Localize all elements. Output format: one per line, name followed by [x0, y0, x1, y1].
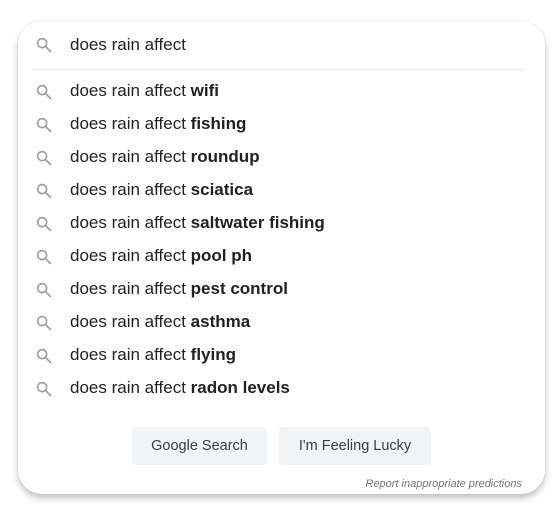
- suggestion-item[interactable]: does rain affect saltwater fishing: [18, 207, 545, 240]
- search-icon: [35, 182, 53, 200]
- suggestion-completion: roundup: [190, 147, 260, 166]
- suggestion-completion: fishing: [190, 114, 247, 133]
- search-input[interactable]: [70, 31, 510, 59]
- search-autocomplete-panel: does rain affect wifidoes rain affect fi…: [18, 21, 545, 494]
- search-icon: [35, 149, 53, 167]
- suggestion-text: does rain affect sciatica: [70, 180, 253, 200]
- suggestion-text: does rain affect fishing: [70, 114, 246, 134]
- suggestion-completion: flying: [190, 345, 236, 364]
- search-icon: [35, 347, 53, 365]
- suggestion-prefix: does rain affect: [70, 213, 191, 232]
- suggestion-text: does rain affect roundup: [70, 147, 260, 167]
- suggestion-list: does rain affect wifi does rain affect fi…: [18, 75, 545, 405]
- search-icon: [35, 380, 53, 398]
- divider: [32, 69, 524, 70]
- suggestion-prefix: does rain affect: [70, 279, 191, 298]
- feeling-lucky-button[interactable]: I'm Feeling Lucky: [279, 427, 431, 465]
- suggestion-prefix: does rain affect: [70, 246, 191, 265]
- suggestion-item[interactable]: does rain affect flying: [18, 339, 545, 372]
- suggestion-text: does rain affect saltwater fishing: [70, 213, 325, 233]
- suggestion-item[interactable]: does rain affect pest control: [18, 273, 545, 306]
- search-icon: [35, 215, 53, 233]
- search-box: [18, 21, 545, 69]
- search-icon: [35, 83, 53, 101]
- button-row: Google Search I'm Feeling Lucky: [18, 427, 545, 465]
- report-predictions-link[interactable]: Report inappropriate predictions: [365, 478, 522, 490]
- search-icon: [35, 36, 53, 54]
- suggestion-completion: wifi: [190, 81, 219, 100]
- suggestion-text: does rain affect pool ph: [70, 246, 252, 266]
- suggestion-text: does rain affect pest control: [70, 279, 288, 299]
- suggestion-item[interactable]: does rain affect sciatica: [18, 174, 545, 207]
- suggestion-text: does rain affect flying: [70, 345, 236, 365]
- suggestion-completion: pool ph: [190, 246, 253, 265]
- suggestion-item[interactable]: does rain affect radon levels: [18, 372, 545, 405]
- suggestion-item[interactable]: does rain affect wifi: [18, 75, 545, 108]
- suggestion-prefix: does rain affect: [70, 312, 191, 331]
- search-icon: [35, 314, 53, 332]
- suggestion-completion: saltwater fishing: [190, 213, 325, 232]
- search-icon: [35, 248, 53, 266]
- suggestion-completion: radon levels: [190, 378, 290, 397]
- search-icon: [35, 116, 53, 134]
- google-search-button[interactable]: Google Search: [132, 427, 267, 465]
- suggestion-completion: sciatica: [190, 180, 254, 199]
- suggestion-prefix: does rain affect: [70, 378, 191, 397]
- suggestion-text: does rain affect wifi: [70, 81, 219, 101]
- suggestion-text: does rain affect radon levels: [70, 378, 290, 398]
- suggestion-completion: asthma: [190, 312, 251, 331]
- suggestion-item[interactable]: does rain affect pool ph: [18, 240, 545, 273]
- suggestion-item[interactable]: does rain affect fishing: [18, 108, 545, 141]
- suggestion-prefix: does rain affect: [70, 81, 191, 100]
- suggestion-prefix: does rain affect: [70, 114, 191, 133]
- suggestion-item[interactable]: does rain affect asthma: [18, 306, 545, 339]
- suggestion-text: does rain affect asthma: [70, 312, 250, 332]
- suggestion-completion: pest control: [190, 279, 288, 298]
- suggestion-prefix: does rain affect: [70, 345, 191, 364]
- suggestion-item[interactable]: does rain affect roundup: [18, 141, 545, 174]
- suggestion-prefix: does rain affect: [70, 147, 191, 166]
- suggestion-prefix: does rain affect: [70, 180, 191, 199]
- search-icon: [35, 281, 53, 299]
